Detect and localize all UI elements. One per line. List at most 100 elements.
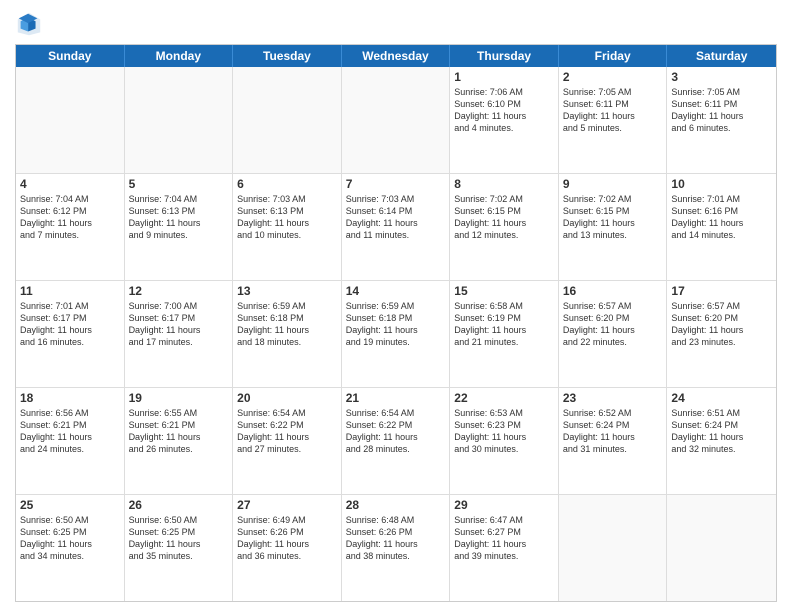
calendar-cell: 12 Sunrise: 7:00 AM Sunset: 6:17 PM Dayli… xyxy=(125,281,234,387)
cell-info: Sunrise: 6:50 AM Sunset: 6:25 PM Dayligh… xyxy=(129,514,229,563)
calendar-cell: 28 Sunrise: 6:48 AM Sunset: 6:26 PM Dayli… xyxy=(342,495,451,601)
calendar-cell: 8 Sunrise: 7:02 AM Sunset: 6:15 PM Daylig… xyxy=(450,174,559,280)
day-number: 5 xyxy=(129,177,229,191)
calendar-cell: 6 Sunrise: 7:03 AM Sunset: 6:13 PM Daylig… xyxy=(233,174,342,280)
calendar-cell: 9Sunrise: 7:02 AM Sunset: 6:15 PM Daylig… xyxy=(559,174,668,280)
day-number: 6 xyxy=(237,177,337,191)
page: SundayMondayTuesdayWednesdayThursdayFrid… xyxy=(0,0,792,612)
day-number: 15 xyxy=(454,284,554,298)
day-number: 8 xyxy=(454,177,554,191)
day-header-wednesday: Wednesday xyxy=(342,45,451,67)
calendar-cell: 2Sunrise: 7:05 AM Sunset: 6:11 PM Daylig… xyxy=(559,67,668,173)
calendar-cell xyxy=(233,67,342,173)
cell-info: Sunrise: 6:48 AM Sunset: 6:26 PM Dayligh… xyxy=(346,514,446,563)
cell-info: Sunrise: 6:52 AM Sunset: 6:24 PM Dayligh… xyxy=(563,407,663,456)
calendar-cell: 10 Sunrise: 7:01 AM Sunset: 6:16 PM Dayli… xyxy=(667,174,776,280)
day-number: 13 xyxy=(237,284,337,298)
calendar-cell: 18 Sunrise: 6:56 AM Sunset: 6:21 PM Dayli… xyxy=(16,388,125,494)
cell-info: Sunrise: 7:02 AM Sunset: 6:15 PM Dayligh… xyxy=(454,193,554,242)
cell-info: Sunrise: 6:54 AM Sunset: 6:22 PM Dayligh… xyxy=(346,407,446,456)
calendar-cell: 17 Sunrise: 6:57 AM Sunset: 6:20 PM Dayli… xyxy=(667,281,776,387)
calendar-cell: 5 Sunrise: 7:04 AM Sunset: 6:13 PM Daylig… xyxy=(125,174,234,280)
calendar-cell: 24 Sunrise: 6:51 AM Sunset: 6:24 PM Dayli… xyxy=(667,388,776,494)
calendar-cell: 26Sunrise: 6:50 AM Sunset: 6:25 PM Dayli… xyxy=(125,495,234,601)
calendar-cell: 13 Sunrise: 6:59 AM Sunset: 6:18 PM Dayli… xyxy=(233,281,342,387)
cell-info: Sunrise: 6:54 AM Sunset: 6:22 PM Dayligh… xyxy=(237,407,337,456)
calendar-cell: 23 Sunrise: 6:52 AM Sunset: 6:24 PM Dayli… xyxy=(559,388,668,494)
day-number: 21 xyxy=(346,391,446,405)
day-number: 29 xyxy=(454,498,554,512)
cell-info: Sunrise: 6:58 AM Sunset: 6:19 PM Dayligh… xyxy=(454,300,554,349)
day-header-friday: Friday xyxy=(559,45,668,67)
calendar-cell xyxy=(16,67,125,173)
calendar-week-3: 18 Sunrise: 6:56 AM Sunset: 6:21 PM Dayli… xyxy=(16,388,776,495)
day-header-tuesday: Tuesday xyxy=(233,45,342,67)
calendar-cell: 11 Sunrise: 7:01 AM Sunset: 6:17 PM Dayli… xyxy=(16,281,125,387)
cell-info: Sunrise: 7:04 AM Sunset: 6:12 PM Dayligh… xyxy=(20,193,120,242)
logo xyxy=(15,10,47,38)
day-header-saturday: Saturday xyxy=(667,45,776,67)
cell-info: Sunrise: 6:55 AM Sunset: 6:21 PM Dayligh… xyxy=(129,407,229,456)
day-number: 7 xyxy=(346,177,446,191)
day-number: 1 xyxy=(454,70,554,84)
cell-info: Sunrise: 6:57 AM Sunset: 6:20 PM Dayligh… xyxy=(671,300,772,349)
day-number: 20 xyxy=(237,391,337,405)
calendar-cell xyxy=(125,67,234,173)
cell-info: Sunrise: 6:50 AM Sunset: 6:25 PM Dayligh… xyxy=(20,514,120,563)
day-number: 24 xyxy=(671,391,772,405)
calendar-cell: 22Sunrise: 6:53 AM Sunset: 6:23 PM Dayli… xyxy=(450,388,559,494)
header xyxy=(15,10,777,38)
cell-info: Sunrise: 7:00 AM Sunset: 6:17 PM Dayligh… xyxy=(129,300,229,349)
cell-info: Sunrise: 7:06 AM Sunset: 6:10 PM Dayligh… xyxy=(454,86,554,135)
calendar-header: SundayMondayTuesdayWednesdayThursdayFrid… xyxy=(16,45,776,67)
calendar-week-1: 4 Sunrise: 7:04 AM Sunset: 6:12 PM Daylig… xyxy=(16,174,776,281)
calendar-cell: 14 Sunrise: 6:59 AM Sunset: 6:18 PM Dayli… xyxy=(342,281,451,387)
day-number: 10 xyxy=(671,177,772,191)
day-number: 17 xyxy=(671,284,772,298)
calendar-cell xyxy=(559,495,668,601)
day-header-thursday: Thursday xyxy=(450,45,559,67)
calendar-cell xyxy=(667,495,776,601)
calendar-body: 1 Sunrise: 7:06 AM Sunset: 6:10 PM Daylig… xyxy=(16,67,776,601)
calendar-cell: 7Sunrise: 7:03 AM Sunset: 6:14 PM Daylig… xyxy=(342,174,451,280)
cell-info: Sunrise: 6:59 AM Sunset: 6:18 PM Dayligh… xyxy=(346,300,446,349)
cell-info: Sunrise: 6:47 AM Sunset: 6:27 PM Dayligh… xyxy=(454,514,554,563)
day-number: 2 xyxy=(563,70,663,84)
day-number: 22 xyxy=(454,391,554,405)
day-number: 16 xyxy=(563,284,663,298)
calendar-week-0: 1 Sunrise: 7:06 AM Sunset: 6:10 PM Daylig… xyxy=(16,67,776,174)
day-number: 23 xyxy=(563,391,663,405)
calendar-cell: 15 Sunrise: 6:58 AM Sunset: 6:19 PM Dayli… xyxy=(450,281,559,387)
day-number: 11 xyxy=(20,284,120,298)
calendar-cell: 29 Sunrise: 6:47 AM Sunset: 6:27 PM Dayli… xyxy=(450,495,559,601)
day-number: 18 xyxy=(20,391,120,405)
cell-info: Sunrise: 7:01 AM Sunset: 6:17 PM Dayligh… xyxy=(20,300,120,349)
day-header-monday: Monday xyxy=(125,45,234,67)
day-number: 25 xyxy=(20,498,120,512)
day-number: 27 xyxy=(237,498,337,512)
calendar: SundayMondayTuesdayWednesdayThursdayFrid… xyxy=(15,44,777,602)
cell-info: Sunrise: 7:02 AM Sunset: 6:15 PM Dayligh… xyxy=(563,193,663,242)
calendar-week-4: 25 Sunrise: 6:50 AM Sunset: 6:25 PM Dayli… xyxy=(16,495,776,601)
cell-info: Sunrise: 7:03 AM Sunset: 6:13 PM Dayligh… xyxy=(237,193,337,242)
calendar-cell: 1 Sunrise: 7:06 AM Sunset: 6:10 PM Daylig… xyxy=(450,67,559,173)
cell-info: Sunrise: 6:57 AM Sunset: 6:20 PM Dayligh… xyxy=(563,300,663,349)
cell-info: Sunrise: 7:05 AM Sunset: 6:11 PM Dayligh… xyxy=(671,86,772,135)
calendar-cell: 16 Sunrise: 6:57 AM Sunset: 6:20 PM Dayli… xyxy=(559,281,668,387)
calendar-cell: 21 Sunrise: 6:54 AM Sunset: 6:22 PM Dayli… xyxy=(342,388,451,494)
day-number: 19 xyxy=(129,391,229,405)
calendar-cell: 19 Sunrise: 6:55 AM Sunset: 6:21 PM Dayli… xyxy=(125,388,234,494)
day-number: 14 xyxy=(346,284,446,298)
calendar-cell: 3Sunrise: 7:05 AM Sunset: 6:11 PM Daylig… xyxy=(667,67,776,173)
calendar-cell: 25 Sunrise: 6:50 AM Sunset: 6:25 PM Dayli… xyxy=(16,495,125,601)
cell-info: Sunrise: 7:04 AM Sunset: 6:13 PM Dayligh… xyxy=(129,193,229,242)
cell-info: Sunrise: 6:49 AM Sunset: 6:26 PM Dayligh… xyxy=(237,514,337,563)
day-number: 28 xyxy=(346,498,446,512)
calendar-cell xyxy=(342,67,451,173)
day-number: 4 xyxy=(20,177,120,191)
day-number: 12 xyxy=(129,284,229,298)
cell-info: Sunrise: 6:56 AM Sunset: 6:21 PM Dayligh… xyxy=(20,407,120,456)
cell-info: Sunrise: 6:59 AM Sunset: 6:18 PM Dayligh… xyxy=(237,300,337,349)
cell-info: Sunrise: 7:01 AM Sunset: 6:16 PM Dayligh… xyxy=(671,193,772,242)
cell-info: Sunrise: 6:51 AM Sunset: 6:24 PM Dayligh… xyxy=(671,407,772,456)
